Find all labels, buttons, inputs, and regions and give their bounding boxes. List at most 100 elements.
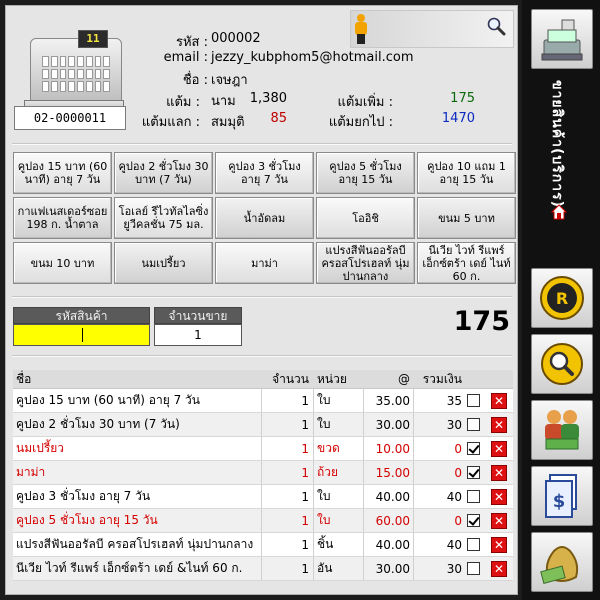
product-button[interactable]: โออิชิ bbox=[316, 197, 415, 239]
row-checkbox[interactable] bbox=[466, 466, 480, 479]
home-icon[interactable] bbox=[550, 204, 568, 220]
table-row[interactable]: คูปอง 5 ชั่วโมง อายุ 15 วัน 1 ใบ 60.00 0 ✕ bbox=[13, 509, 513, 533]
column-divider bbox=[363, 437, 364, 460]
person-icon bbox=[354, 14, 368, 44]
pos-window: 11 02-0000011 รหัส : 000002 email : jezz… bbox=[0, 0, 600, 600]
delete-icon[interactable]: ✕ bbox=[491, 512, 507, 529]
row-check-cell bbox=[465, 437, 481, 460]
users-money-icon bbox=[532, 410, 592, 462]
delete-icon[interactable]: ✕ bbox=[491, 392, 507, 409]
cell-name: นมเปรี้ยว bbox=[16, 441, 65, 455]
delete-icon[interactable]: ✕ bbox=[491, 416, 507, 433]
column-divider bbox=[413, 437, 414, 460]
cell-unit: ใบ bbox=[317, 417, 331, 431]
delete-icon[interactable]: ✕ bbox=[491, 464, 507, 481]
product-button[interactable]: คูปอง 3 ชั่วโมง อายุ 7 วัน bbox=[215, 152, 314, 194]
table-body: คูปอง 15 บาท (60 นาที) อายุ 7 วัน 1 ใบ 35.0… bbox=[13, 389, 513, 581]
grand-total: 175 bbox=[453, 306, 510, 337]
column-divider bbox=[413, 485, 414, 508]
cell-qty: 1 bbox=[301, 537, 309, 552]
table-row[interactable]: นมเปรี้ยว 1 ขวด 10.00 0 ✕ bbox=[13, 437, 513, 461]
product-button[interactable]: แปรงสีฟันออรัลบี ครอสโปรเฮลท์ นุ่มปานกลา… bbox=[316, 242, 415, 284]
product-button[interactable]: กาแฟเนสเดอร์ซอย 198 ก. น้ำตาล bbox=[13, 197, 112, 239]
row-checkbox[interactable] bbox=[466, 394, 480, 407]
delete-icon[interactable]: ✕ bbox=[491, 440, 507, 457]
cell-qty: 1 bbox=[301, 561, 309, 576]
row-delete-cell: ✕ bbox=[491, 557, 507, 580]
terminal-id: 02-0000011 bbox=[14, 106, 126, 130]
product-button[interactable]: โอเลย์ รีไวทัลไลซิ่ง ยูวีคลชั่น 75 มล. bbox=[114, 197, 213, 239]
product-button[interactable]: คูปอง 2 ชั่วโมง 30 บาท (7 วัน) bbox=[114, 152, 213, 194]
cell-price: 30.00 bbox=[375, 417, 410, 432]
cell-name: มาม่า bbox=[16, 465, 46, 479]
product-button[interactable]: มาม่า bbox=[215, 242, 314, 284]
sale-qty-input[interactable] bbox=[154, 324, 242, 346]
row-delete-cell: ✕ bbox=[491, 485, 507, 508]
row-check-cell bbox=[465, 389, 481, 412]
column-divider bbox=[261, 509, 262, 532]
svg-text:R: R bbox=[556, 289, 568, 308]
table-row[interactable]: คูปอง 3 ชั่วโมง อายุ 7 วัน 1 ใบ 40.00 40 ✕ bbox=[13, 485, 513, 509]
cell-price: 30.00 bbox=[375, 561, 410, 576]
column-divider bbox=[363, 389, 364, 412]
sale-qty-header: จำนวนขาย bbox=[154, 307, 242, 324]
delete-icon[interactable]: ✕ bbox=[491, 536, 507, 553]
column-divider bbox=[413, 461, 414, 484]
member-name-label: ชื่อ : bbox=[182, 73, 208, 88]
money-bag-button[interactable] bbox=[531, 532, 593, 592]
row-delete-cell: ✕ bbox=[491, 533, 507, 556]
row-check-cell bbox=[465, 485, 481, 508]
invoice-button[interactable]: $ bbox=[531, 466, 593, 526]
invoice-dollar-icon: $ bbox=[532, 474, 592, 528]
row-checkbox[interactable] bbox=[466, 538, 480, 551]
magnify-icon[interactable] bbox=[486, 16, 506, 36]
column-divider bbox=[261, 389, 262, 412]
row-checkbox[interactable] bbox=[466, 562, 480, 575]
table-row[interactable]: คูปอง 15 บาท (60 นาที) อายุ 7 วัน 1 ใบ 35.0… bbox=[13, 389, 513, 413]
table-row[interactable]: แปรงสีฟันออรัลบี ครอสโปรเฮลท์ นุ่มปานกลา… bbox=[13, 533, 513, 557]
svg-text:$: $ bbox=[553, 491, 566, 512]
cell-name: คูปอง 3 ชั่วโมง อายุ 7 วัน bbox=[16, 489, 151, 503]
members-payment-button[interactable] bbox=[531, 400, 593, 460]
cell-name: แปรงสีฟันออรัลบี ครอสโปรเฮลท์ นุ่มปานกลา… bbox=[16, 537, 254, 551]
divider bbox=[12, 355, 512, 357]
column-divider bbox=[313, 461, 314, 484]
column-divider bbox=[413, 533, 414, 556]
cell-price: 40.00 bbox=[375, 489, 410, 504]
table-row[interactable]: คูปอง 2 ชั่วโมง 30 บาท (7 วัน) 1 ใบ 30.00 30… bbox=[13, 413, 513, 437]
cell-unit: ใบ bbox=[317, 513, 331, 527]
product-button[interactable]: คูปอง 5 ชั่วโมง อายุ 15 วัน bbox=[316, 152, 415, 194]
row-checkbox[interactable] bbox=[466, 514, 480, 527]
product-button[interactable]: นีเวีย ไวท์ รีแพร์ เอ็กซ์ตร้า เดย์ ไนท์ … bbox=[417, 242, 516, 284]
cell-qty: 1 bbox=[301, 513, 309, 528]
cell-sum: 30 bbox=[446, 561, 462, 576]
register-keys bbox=[42, 56, 110, 92]
cell-price: 35.00 bbox=[375, 393, 410, 408]
delete-icon[interactable]: ✕ bbox=[491, 560, 507, 577]
cell-sum: 35 bbox=[446, 393, 462, 408]
product-code-header: รหัสสินค้า bbox=[13, 307, 150, 324]
row-check-cell bbox=[465, 557, 481, 580]
row-checkbox[interactable] bbox=[466, 490, 480, 503]
product-button[interactable]: นมเปรี้ยว bbox=[114, 242, 213, 284]
divider bbox=[12, 143, 512, 145]
product-button[interactable]: คูปอง 15 บาท (60 นาที) อายุ 7 วัน bbox=[13, 152, 112, 194]
points-redeem-label: แต้มแลก : bbox=[141, 115, 200, 130]
product-button[interactable]: ขนม 5 บาท bbox=[417, 197, 516, 239]
points-forward-label: แต้มยกไป : bbox=[328, 115, 393, 130]
delete-icon[interactable]: ✕ bbox=[491, 488, 507, 505]
search-member-button[interactable] bbox=[531, 334, 593, 394]
table-row[interactable]: นีเวีย ไวท์ รีแพร์ เอ็กซ์ตร้า เดย์ &ไนท์… bbox=[13, 557, 513, 581]
table-row[interactable]: มาม่า 1 ถ้วย 15.00 0 ✕ bbox=[13, 461, 513, 485]
row-checkbox[interactable] bbox=[466, 442, 480, 455]
member-email-label: email : bbox=[163, 50, 208, 65]
table-header: ชื่อ จำนวน หน่วย @ รวมเงิน bbox=[13, 370, 513, 389]
cell-sum: 0 bbox=[454, 465, 462, 480]
row-checkbox[interactable] bbox=[466, 418, 480, 431]
sale-screen-button[interactable] bbox=[531, 9, 593, 69]
vip-card-button[interactable]: R bbox=[531, 268, 593, 328]
product-button[interactable]: คูปอง 10 แถม 1 อายุ 15 วัน bbox=[417, 152, 516, 194]
product-button[interactable]: ขนม 10 บาท bbox=[13, 242, 112, 284]
product-button[interactable]: น้ำอัดลม bbox=[215, 197, 314, 239]
cell-price: 15.00 bbox=[375, 465, 410, 480]
